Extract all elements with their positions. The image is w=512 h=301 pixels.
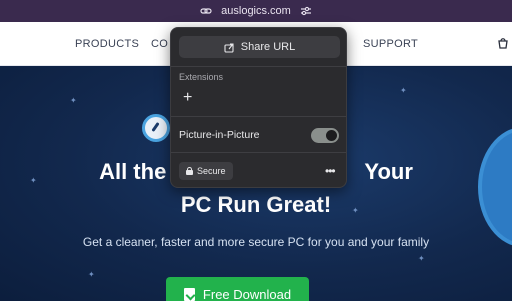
nav-item-products[interactable]: PRODUCTS — [75, 22, 139, 66]
lock-icon — [186, 167, 193, 175]
divider — [171, 66, 346, 67]
url-domain[interactable]: auslogics.com — [221, 5, 291, 17]
hero-headline-right: Your — [364, 159, 413, 184]
star-decoration: ✦ — [70, 96, 77, 105]
link-icon[interactable] — [199, 4, 213, 18]
divider — [171, 152, 346, 153]
more-options-button[interactable]: ••• — [325, 162, 336, 180]
hero-headline-line2: PC Run Great! — [180, 192, 332, 217]
speedometer-logo-icon — [142, 114, 170, 142]
star-decoration: ✦ — [418, 254, 425, 263]
download-file-icon — [183, 287, 195, 301]
share-url-label: Share URL — [240, 41, 296, 53]
star-decoration: ✦ — [400, 86, 407, 95]
secure-button[interactable]: Secure — [179, 162, 233, 180]
add-extension-button[interactable]: + — [183, 90, 192, 106]
star-decoration: ✦ — [88, 270, 95, 279]
site-info-popup: Share URL Extensions + Picture-in-Pictur… — [170, 27, 347, 188]
free-download-button[interactable]: Free Download — [166, 277, 309, 301]
secure-label: Secure — [197, 166, 226, 176]
pip-label: Picture-in-Picture — [179, 129, 260, 141]
extensions-heading: Extensions — [179, 72, 224, 82]
browser-window: auslogics.com PRODUCTS CO SUPPORT ✦ ✦ ✦ … — [0, 0, 512, 301]
nav-item-partial[interactable]: CO — [151, 22, 168, 66]
pip-toggle[interactable] — [311, 128, 339, 143]
toggle-knob — [326, 130, 337, 141]
nav-item-support[interactable]: SUPPORT — [363, 22, 418, 66]
sliders-icon[interactable] — [299, 4, 313, 18]
share-icon — [224, 42, 234, 53]
hero-subtitle: Get a cleaner, faster and more secure PC… — [82, 235, 430, 249]
share-url-button[interactable]: Share URL — [179, 36, 340, 58]
free-download-label: Free Download — [202, 286, 292, 301]
url-bar[interactable]: auslogics.com — [0, 0, 512, 22]
promo-badge[interactable]: O F — [478, 127, 512, 247]
cart-icon[interactable] — [496, 36, 510, 50]
divider — [171, 116, 346, 117]
